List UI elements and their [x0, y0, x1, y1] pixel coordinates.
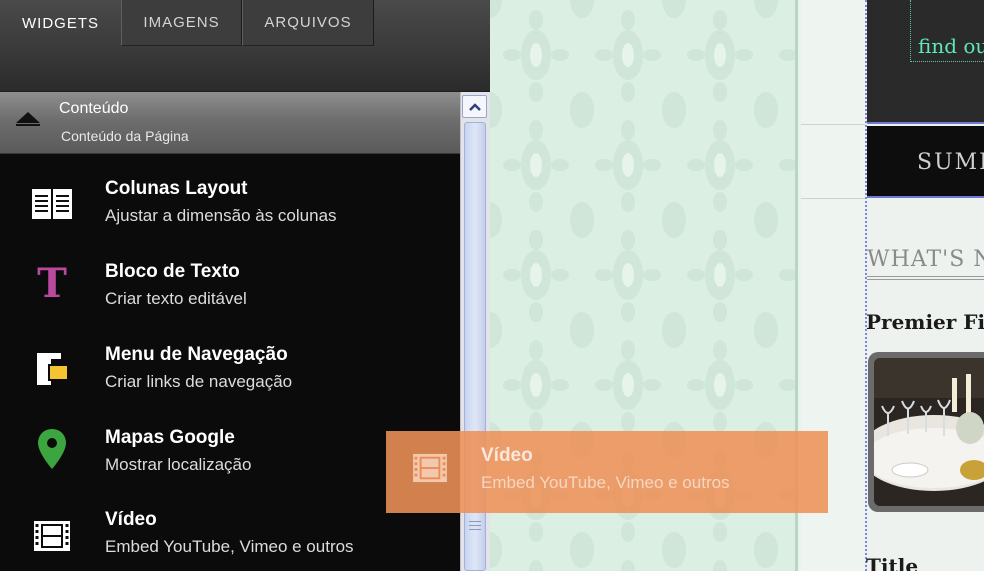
collapse-arrow-icon[interactable]	[14, 109, 42, 127]
drag-ghost-title: Vídeo	[481, 445, 533, 466]
text-block-icon: T	[30, 260, 74, 304]
section-heading: WHAT'S N	[867, 247, 984, 272]
map-pin-icon	[30, 427, 74, 471]
tab-imagens[interactable]: IMAGENS	[121, 0, 242, 46]
tab-bar: WIDGETS IMAGENS ARQUIVOS	[0, 0, 490, 92]
columns-layout-icon	[30, 182, 74, 226]
widget-bloco-de-texto[interactable]: T Bloco de Texto Criar texto editável	[0, 248, 460, 331]
article-photo-frame	[868, 352, 984, 512]
chevron-up-icon	[468, 102, 481, 111]
film-strip-icon	[30, 514, 74, 558]
section-subtitle: Conteúdo da Página	[61, 128, 189, 144]
widget-subtitle: Criar links de navegação	[105, 372, 293, 391]
widget-menu-de-navegacao[interactable]: Menu de Navegação Criar links de navegaç…	[0, 331, 460, 414]
widget-title: Menu de Navegação	[105, 344, 288, 365]
scrollbar-grip-icon	[469, 521, 481, 535]
drag-ghost-subtitle: Embed YouTube, Vimeo e outros	[481, 473, 730, 492]
divider	[801, 198, 865, 199]
footer-title: Title	[866, 554, 919, 571]
widget-subtitle: Embed YouTube, Vimeo e outros	[105, 537, 354, 556]
site-nav-item[interactable]: SUMI	[917, 150, 984, 175]
widget-colunas-layout[interactable]: Colunas Layout Ajustar a dimensão às col…	[0, 165, 460, 248]
tab-widgets[interactable]: WIDGETS	[0, 0, 121, 46]
widget-subtitle: Ajustar a dimensão às colunas	[105, 206, 337, 225]
widget-title: Mapas Google	[105, 427, 235, 448]
widget-subtitle: Criar texto editável	[105, 289, 247, 308]
drag-ghost-video[interactable]: Vídeo Embed YouTube, Vimeo e outros	[386, 431, 828, 513]
widget-title: Vídeo	[105, 509, 157, 530]
film-strip-icon	[412, 453, 448, 489]
article-title[interactable]: Premier Fi	[866, 310, 984, 334]
dining-table-photo	[874, 358, 984, 506]
heading-rule	[867, 276, 984, 280]
section-title: Conteúdo	[59, 100, 129, 117]
find-out-link[interactable]: find ou	[918, 34, 984, 58]
tab-arquivos[interactable]: ARQUIVOS	[242, 0, 374, 46]
divider	[801, 124, 865, 125]
widget-title: Bloco de Texto	[105, 261, 240, 282]
scroll-up-button[interactable]	[462, 95, 487, 118]
widget-subtitle: Mostrar localização	[105, 455, 252, 474]
navigation-menu-icon	[30, 347, 74, 391]
widget-title: Colunas Layout	[105, 178, 248, 199]
svg-text:T: T	[37, 262, 67, 302]
